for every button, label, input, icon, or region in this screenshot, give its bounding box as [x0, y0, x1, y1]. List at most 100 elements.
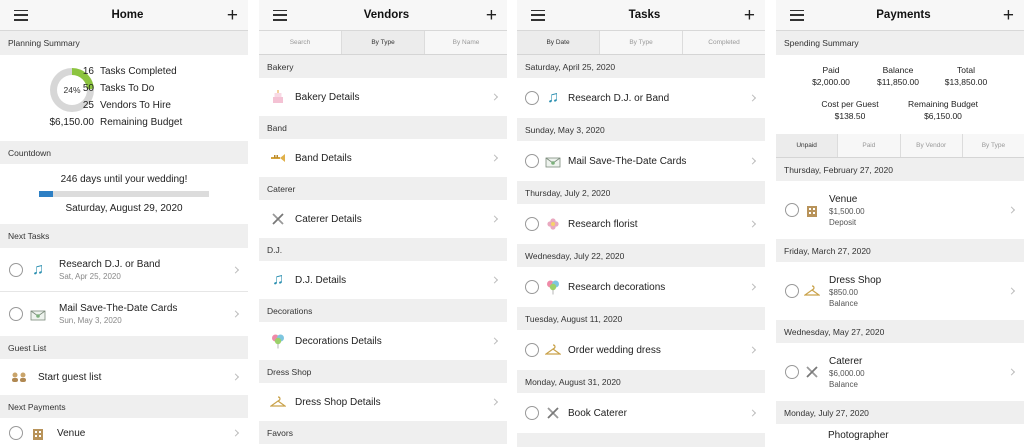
- date-header: Friday, March 27, 2020: [776, 239, 1024, 262]
- vendor-row[interactable]: ♫ D.J. Details: [259, 261, 507, 299]
- section-header: Caterer: [259, 177, 507, 200]
- checkbox-circle[interactable]: [525, 91, 539, 105]
- task-row[interactable]: Research florist: [517, 204, 765, 244]
- payment-row[interactable]: Venue $1,500.00 Deposit: [776, 181, 1024, 239]
- add-icon[interactable]: +: [227, 6, 238, 25]
- task-row[interactable]: ♫ Research D.J. or Band: [517, 78, 765, 118]
- start-guest-list-row[interactable]: Start guest list: [0, 359, 248, 395]
- cake-icon: [269, 89, 287, 105]
- payment-row[interactable]: Dress Shop $850.00 Balance: [776, 262, 1024, 320]
- utensils-icon: [803, 364, 821, 380]
- chevron-right-icon: [1007, 287, 1016, 295]
- summary-row: 50 Tasks To Do: [82, 83, 155, 94]
- tab-by-type[interactable]: By Type: [600, 31, 683, 54]
- payment-type: Balance: [829, 298, 858, 308]
- checkbox-circle[interactable]: [525, 406, 539, 420]
- vendor-row[interactable]: Bakery Details: [259, 78, 507, 116]
- task-tabs: By Date By Type Completed: [517, 31, 765, 55]
- add-icon[interactable]: +: [486, 6, 497, 25]
- tab-by-type[interactable]: By Type: [342, 31, 425, 54]
- building-icon: [29, 425, 47, 441]
- chevron-right-icon: [748, 157, 757, 165]
- vendors-screen: Vendors + Search By Type By Name Bakery …: [259, 0, 507, 447]
- flower-icon: [544, 216, 562, 232]
- section-header: Decorations: [259, 299, 507, 322]
- checkbox-circle[interactable]: [785, 284, 799, 298]
- date-header: Wednesday, May 27, 2020: [776, 320, 1024, 343]
- menu-icon[interactable]: [273, 9, 287, 21]
- vendors-navbar: Vendors +: [259, 0, 507, 31]
- checkbox-circle[interactable]: [9, 307, 23, 321]
- chevron-right-icon: [490, 398, 499, 406]
- task-row[interactable]: Mail Save-The-Date Cards: [517, 141, 765, 181]
- chevron-right-icon: [231, 373, 240, 381]
- start-guest-list: Start guest list: [38, 371, 102, 383]
- chevron-right-icon: [490, 276, 499, 284]
- tab-by-name[interactable]: By Name: [425, 31, 507, 54]
- task-title: Book Caterer: [568, 407, 627, 419]
- vendor-row[interactable]: Caterer Details: [259, 200, 507, 238]
- payment-type: Balance: [829, 379, 858, 389]
- home-navbar: Home +: [0, 0, 248, 31]
- planning-summary: 24% 16 Tasks Completed 50 Tasks To Do 25 Ve…: [0, 55, 248, 141]
- vendor-row[interactable]: Dress Shop Details: [259, 383, 507, 421]
- chevron-right-icon: [490, 93, 499, 101]
- checkbox-circle[interactable]: [525, 343, 539, 357]
- tab-paid[interactable]: Paid: [838, 134, 901, 157]
- summary-row: $6,150.00 Remaining Budget: [49, 117, 183, 128]
- tab-by-type[interactable]: By Type: [963, 134, 1024, 157]
- tab-completed[interactable]: Completed: [683, 31, 765, 54]
- add-icon[interactable]: +: [744, 6, 755, 25]
- task-row[interactable]: Order wedding dress: [517, 330, 765, 370]
- task-row[interactable]: ♫ Research D.J. or Band Sat, Apr 25, 202…: [0, 248, 248, 292]
- checkbox-circle[interactable]: [9, 262, 23, 277]
- tab-by-vendor[interactable]: By Vendor: [901, 134, 963, 157]
- payment-type: Deposit: [829, 217, 857, 227]
- menu-icon[interactable]: [14, 9, 28, 21]
- tab-by-date[interactable]: By Date: [517, 31, 600, 54]
- chevron-right-icon: [490, 215, 499, 223]
- add-icon[interactable]: +: [1003, 6, 1014, 25]
- chevron-right-icon: [231, 265, 240, 274]
- checkbox-circle[interactable]: [525, 154, 539, 168]
- task-row[interactable]: Mail Save-The-Date Cards Sun, May 3, 202…: [0, 292, 248, 336]
- checkbox-circle[interactable]: [785, 365, 799, 379]
- payment-name: Dress Shop: [829, 274, 882, 286]
- chevron-right-icon: [748, 220, 757, 228]
- menu-icon[interactable]: [790, 9, 804, 21]
- hanger-icon: [803, 283, 821, 299]
- chevron-right-icon: [748, 346, 757, 354]
- payment-row[interactable]: Venue: [0, 418, 248, 447]
- task-title: Research florist: [568, 218, 638, 230]
- balloons-icon: [269, 333, 287, 349]
- date-header: Sunday, May 3, 2020: [517, 118, 765, 141]
- section-header: Band: [259, 116, 507, 139]
- payment-tabs: Unpaid Paid By Vendor By Type: [776, 134, 1024, 158]
- payment-name: Photographer: [828, 430, 889, 441]
- home-screen: Home + Planning Summary 24% 16 Tasks Comp…: [0, 0, 248, 447]
- checkbox-circle[interactable]: [525, 217, 539, 231]
- checkbox-circle[interactable]: [9, 426, 23, 440]
- payment-row[interactable]: Caterer $6,000.00 Balance: [776, 343, 1024, 401]
- hanger-icon: [544, 342, 562, 358]
- date-header-partial: [517, 433, 765, 447]
- checkbox-circle[interactable]: [525, 280, 539, 294]
- tab-search[interactable]: Search: [259, 31, 342, 54]
- vendor-row[interactable]: Band Details: [259, 139, 507, 177]
- section-header: D.J.: [259, 238, 507, 261]
- payment-row[interactable]: Photographer: [776, 424, 1024, 447]
- task-row[interactable]: Research decorations: [517, 267, 765, 307]
- task-title: Research D.J. or Band: [568, 92, 670, 104]
- vendor-label: Bakery Details: [295, 91, 360, 103]
- checkbox-circle[interactable]: [785, 203, 799, 217]
- summary-list: 16 Tasks Completed 50 Tasks To Do 25 Vendor…: [50, 63, 183, 131]
- menu-icon[interactable]: [531, 9, 545, 21]
- vendor-row[interactable]: Decorations Details: [259, 322, 507, 360]
- paid-stat: Paid $2,000.00: [812, 65, 850, 87]
- countdown-progress: [39, 190, 209, 197]
- task-title: Mail Save-The-Date Cards: [59, 303, 178, 314]
- payment-amount: $850.00: [829, 287, 858, 297]
- music-note-icon: ♫: [547, 89, 559, 106]
- tab-unpaid[interactable]: Unpaid: [776, 134, 839, 157]
- task-row[interactable]: Book Caterer: [517, 393, 765, 433]
